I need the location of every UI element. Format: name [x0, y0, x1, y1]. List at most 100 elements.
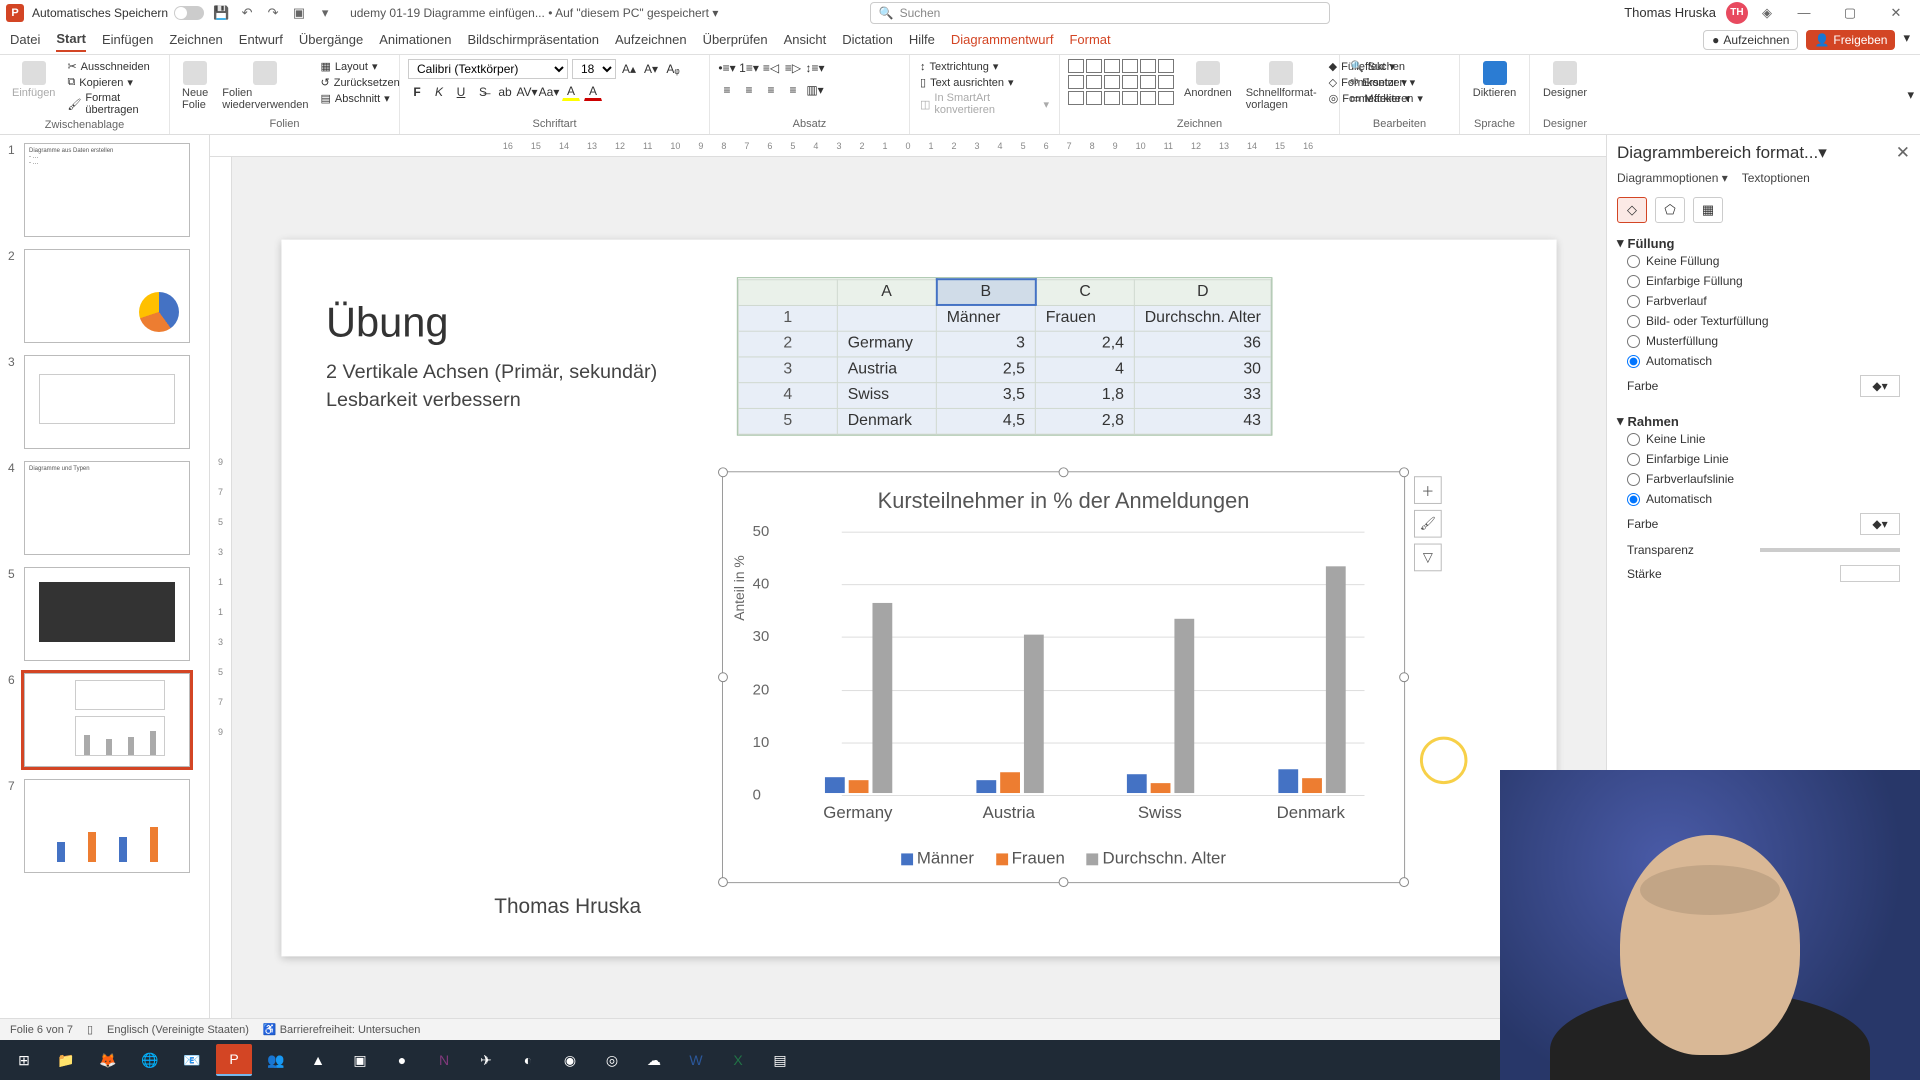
canvas-area[interactable]: Übung 2 Vertikale Achsen (Primär, sekund…	[210, 157, 1606, 1039]
align-center-button[interactable]: ≡	[740, 81, 758, 99]
italic-button[interactable]: K	[430, 83, 448, 101]
outlook-icon[interactable]: 📧	[174, 1044, 210, 1076]
underline-button[interactable]: U	[452, 83, 470, 101]
font-size-select[interactable]: 18	[572, 59, 616, 79]
dictate-button[interactable]: Diktieren	[1468, 59, 1521, 101]
designer-button[interactable]: Designer	[1538, 59, 1592, 101]
teams-icon[interactable]: 👥	[258, 1044, 294, 1076]
fill-auto-radio[interactable]: Automatisch	[1617, 351, 1910, 371]
telegram-icon[interactable]: ✈	[468, 1044, 504, 1076]
cut-button[interactable]: ✂ Ausschneiden	[65, 59, 161, 74]
slide-panel[interactable]: 1Diagramme aus Daten erstellen- …- … 2 3…	[0, 135, 210, 1057]
autosave-toggle[interactable]: Automatisches Speichern	[32, 6, 204, 20]
effects-icon[interactable]: ⬠	[1655, 197, 1685, 223]
tab-diagrammentwurf[interactable]: Diagrammentwurf	[951, 28, 1054, 51]
tab-aufzeichnen[interactable]: Aufzeichnen	[615, 28, 687, 51]
fill-none-radio[interactable]: Keine Füllung	[1617, 251, 1910, 271]
tab-einfuegen[interactable]: Einfügen	[102, 28, 153, 51]
line-solid-radio[interactable]: Einfarbige Linie	[1617, 449, 1910, 469]
reset-button[interactable]: ↺ Zurücksetzen	[319, 75, 402, 90]
powerpoint-taskbar-icon[interactable]: P	[216, 1044, 252, 1076]
font-name-select[interactable]: Calibri (Textkörper)	[408, 59, 568, 79]
slide-title[interactable]: Übung	[326, 299, 449, 347]
chart-legend[interactable]: MännerFrauenDurchschn. Alter	[723, 848, 1404, 868]
replace-button[interactable]: ᵃᵇ Ersetzen ▾	[1348, 75, 1451, 90]
file-name[interactable]: udemy 01-19 Diagramme einfügen... • Auf …	[350, 6, 718, 20]
highlight-button[interactable]: A	[562, 83, 580, 101]
line-auto-radio[interactable]: Automatisch	[1617, 489, 1910, 509]
case-button[interactable]: Aa▾	[540, 83, 558, 101]
maximize-button[interactable]: ▢	[1832, 3, 1868, 23]
indent-inc-button[interactable]: ≡▷	[784, 59, 802, 77]
shadow-button[interactable]: ab	[496, 83, 514, 101]
line-width-input[interactable]	[1840, 565, 1900, 582]
slide-subtitle[interactable]: 2 Vertikale Achsen (Primär, sekundär) Le…	[326, 358, 657, 413]
app-icon-1[interactable]: ▣	[342, 1044, 378, 1076]
accessibility-status[interactable]: ♿ Barrierefreiheit: Untersuchen	[263, 1023, 420, 1036]
bold-button[interactable]: F	[408, 83, 426, 101]
spacing-button[interactable]: AV▾	[518, 83, 536, 101]
tab-animationen[interactable]: Animationen	[379, 28, 451, 51]
thumb-3[interactable]	[24, 355, 190, 449]
strike-button[interactable]: S̶	[474, 83, 492, 101]
redo-icon[interactable]: ↷	[264, 4, 282, 22]
fill-pattern-radio[interactable]: Musterfüllung	[1617, 331, 1910, 351]
justify-button[interactable]: ≡	[784, 81, 802, 99]
ribbon-options-icon[interactable]: ▾	[1907, 87, 1914, 103]
text-options-tab[interactable]: Textoptionen	[1742, 171, 1810, 185]
close-pane-icon[interactable]: ✕	[1896, 143, 1910, 163]
align-left-button[interactable]: ≡	[718, 81, 736, 99]
find-button[interactable]: 🔍 Suchen	[1348, 59, 1451, 74]
tab-uebergaenge[interactable]: Übergänge	[299, 28, 363, 51]
tab-entwurf[interactable]: Entwurf	[239, 28, 283, 51]
text-direction-button[interactable]: ↕ Textrichtung ▾	[918, 59, 1051, 74]
numbering-button[interactable]: 1≡▾	[740, 59, 758, 77]
line-none-radio[interactable]: Keine Linie	[1617, 429, 1910, 449]
bullets-button[interactable]: •≡▾	[718, 59, 736, 77]
line-spacing-button[interactable]: ↕≡▾	[806, 59, 824, 77]
chart-brush-icon[interactable]: 🖌	[1414, 510, 1442, 538]
format-painter-button[interactable]: 🖌 Format übertragen	[65, 91, 161, 117]
indent-dec-button[interactable]: ≡◁	[762, 59, 780, 77]
chart-data-table[interactable]: ABCD 1MännerFrauenDurchschn. Alter 2Germ…	[737, 277, 1273, 435]
fill-picture-radio[interactable]: Bild- oder Texturfüllung	[1617, 311, 1910, 331]
thumb-6[interactable]	[24, 673, 190, 767]
paste-button[interactable]: Einfügen	[8, 59, 59, 101]
chart-title[interactable]: Kursteilnehmer in % der Anmeldungen	[723, 488, 1404, 514]
thumb-2[interactable]	[24, 249, 190, 343]
arrange-button[interactable]: Anordnen	[1180, 59, 1236, 101]
dropdown-icon[interactable]: ▾	[316, 4, 334, 22]
pane-dropdown-icon[interactable]: ▾	[1818, 143, 1827, 163]
app-icon-6[interactable]: ☁	[636, 1044, 672, 1076]
chart-filter-icon[interactable]: ▽	[1414, 544, 1442, 572]
toggle-icon[interactable]	[174, 6, 204, 20]
line-color-button[interactable]: ◆▾	[1860, 513, 1900, 535]
onenote-icon[interactable]: N	[426, 1044, 462, 1076]
section-button[interactable]: ▤ Abschnitt ▾	[319, 91, 402, 106]
decrease-font-icon[interactable]: A▾	[642, 60, 660, 78]
align-text-button[interactable]: ▯ Text ausrichten ▾	[918, 75, 1051, 90]
tab-datei[interactable]: Datei	[10, 28, 40, 51]
layout-button[interactable]: ▦ Layout ▾	[319, 59, 402, 74]
avatar[interactable]: TH	[1726, 2, 1748, 24]
align-right-button[interactable]: ≡	[762, 81, 780, 99]
tab-format[interactable]: Format	[1069, 28, 1110, 51]
fill-section-toggle[interactable]: ▾ Füllung	[1617, 235, 1910, 251]
minimize-button[interactable]: —	[1786, 3, 1822, 23]
chart-plot[interactable]: GermanyAustriaSwissDenmark	[782, 532, 1384, 793]
chart[interactable]: Kursteilnehmer in % der Anmeldungen Ante…	[722, 471, 1405, 883]
fill-color-button[interactable]: ◆▾	[1860, 375, 1900, 397]
excel-icon[interactable]: X	[720, 1044, 756, 1076]
app-icon-5[interactable]: ◎	[594, 1044, 630, 1076]
app-icon-2[interactable]: ●	[384, 1044, 420, 1076]
tab-ueberpruefen[interactable]: Überprüfen	[703, 28, 768, 51]
thumb-7[interactable]	[24, 779, 190, 873]
columns-button[interactable]: ▥▾	[806, 81, 824, 99]
firefox-icon[interactable]: 🦊	[90, 1044, 126, 1076]
transparency-slider[interactable]	[1760, 548, 1900, 552]
thumb-1[interactable]: Diagramme aus Daten erstellen- …- …	[24, 143, 190, 237]
slide[interactable]: Übung 2 Vertikale Achsen (Primär, sekund…	[281, 240, 1556, 957]
shapes-gallery[interactable]	[1068, 59, 1174, 105]
thumb-4[interactable]: Diagramme und Typen	[24, 461, 190, 555]
clear-format-icon[interactable]: Aᵩ	[664, 60, 682, 78]
